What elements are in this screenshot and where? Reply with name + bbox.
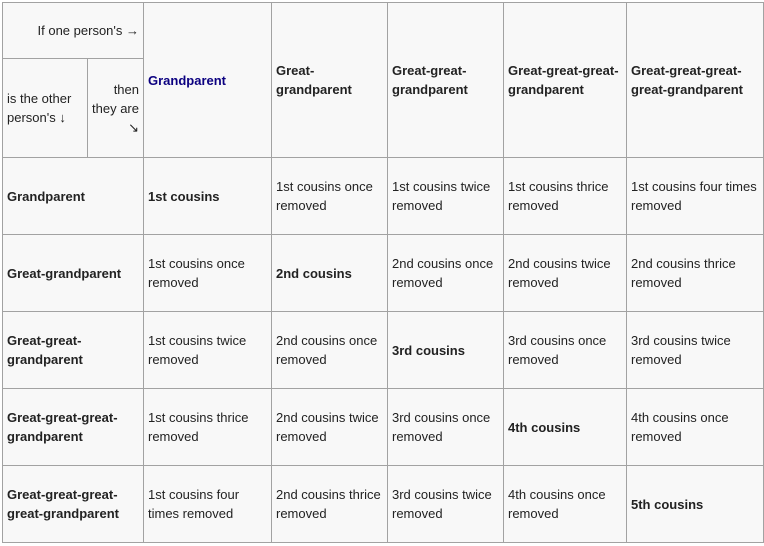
table-cell: 5th cousins — [626, 465, 764, 543]
table-cell: 1st cousins four times removed — [626, 157, 764, 235]
table-row: Great-grandparent 1st cousins once remove… — [2, 234, 764, 312]
table-cell: 2nd cousins once removed — [387, 234, 504, 312]
table-cell: 1st cousins twice removed — [387, 157, 504, 235]
table-cell: 2nd cousins once removed — [271, 311, 388, 389]
table-cell: 4th cousins once removed — [503, 465, 627, 543]
row-header: Great-grandparent — [2, 234, 144, 312]
table-cell: 2nd cousins twice removed — [271, 388, 388, 466]
column-header: Great-grandparent — [271, 2, 388, 158]
table-cell: 3rd cousins once removed — [503, 311, 627, 389]
table-cell: 2nd cousins — [271, 234, 388, 312]
row-header: Great-great-grandparent — [2, 311, 144, 389]
row-header: Grandparent — [2, 157, 144, 235]
table-cell: 4th cousins — [503, 388, 627, 466]
table-cell: 3rd cousins twice removed — [387, 465, 504, 543]
column-header[interactable]: Grandparent — [143, 2, 272, 158]
corner-right-label: then they are ↘ — [87, 58, 144, 158]
corner-top-label: If one person's → — [2, 2, 144, 59]
row-header: Great-great-great-great-grandparent — [2, 465, 144, 543]
table-cell: 1st cousins — [143, 157, 272, 235]
table-cell: 1st cousins once removed — [143, 234, 272, 312]
row-header: Great-great-great-grandparent — [2, 388, 144, 466]
column-header: Great-great-grandparent — [387, 2, 504, 158]
table-cell: 3rd cousins twice removed — [626, 311, 764, 389]
table-cell: 1st cousins twice removed — [143, 311, 272, 389]
table-cell: 2nd cousins twice removed — [503, 234, 627, 312]
table-row: Great-great-grandparent 1st cousins twice… — [2, 311, 764, 389]
table-cell: 3rd cousins — [387, 311, 504, 389]
table-cell: 2nd cousins thrice removed — [271, 465, 388, 543]
table-cell: 2nd cousins thrice removed — [626, 234, 764, 312]
table-cell: 1st cousins thrice removed — [503, 157, 627, 235]
table-row: Great-great-great-grandparent 1st cousins… — [2, 388, 764, 466]
table-cell: 3rd cousins once removed — [387, 388, 504, 466]
table-cell: 1st cousins thrice removed — [143, 388, 272, 466]
table-cell: 1st cousins four times removed — [143, 465, 272, 543]
table-row: Grandparent 1st cousins 1st cousins once r… — [2, 157, 764, 235]
table-row: Great-great-great-great-grandparent 1st c… — [2, 465, 764, 543]
corner-left-label: is the other person's ↓ — [2, 58, 88, 158]
cousin-relationship-table: If one person's → Grandparent Great-gran… — [2, 2, 764, 543]
table-cell: 1st cousins once removed — [271, 157, 388, 235]
table-cell: 4th cousins once removed — [626, 388, 764, 466]
column-header: Great-great-great-grandparent — [503, 2, 627, 158]
column-header: Great-great-great-great-grandparent — [626, 2, 764, 158]
